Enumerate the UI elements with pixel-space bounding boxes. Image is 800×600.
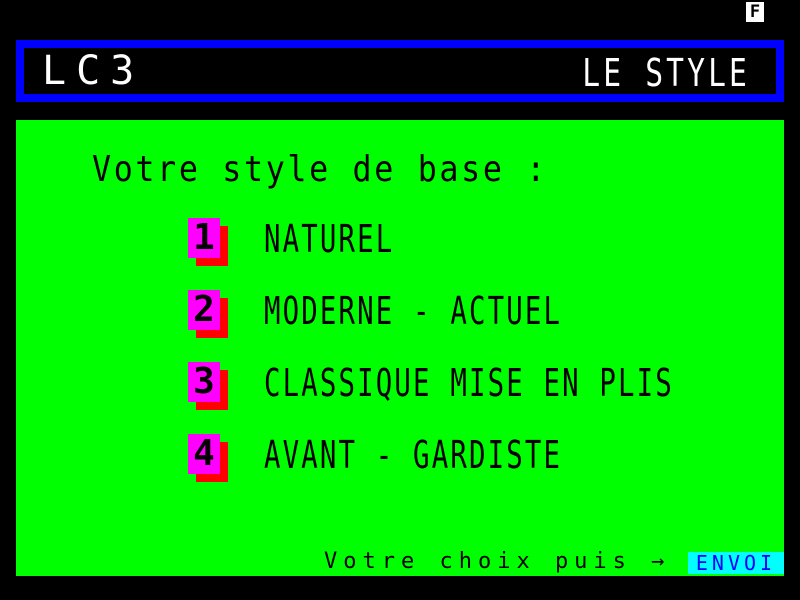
option-label: NATUREL [264,217,395,261]
page-title: LE STYLE [582,51,750,95]
key-face: 3 [188,362,220,402]
minitel-screen: F LC3 LE STYLE Votre style de base : 1 N… [0,0,800,600]
menu-option-3[interactable]: 3 CLASSIQUE MISE EN PLIS [188,362,748,410]
option-key-3[interactable]: 3 [188,362,228,410]
option-label: CLASSIQUE MISE EN PLIS [264,361,674,405]
option-key-1[interactable]: 1 [188,218,228,266]
status-indicator: F [746,2,764,22]
menu-panel: Votre style de base : 1 NATUREL 2 MODERN… [16,120,784,576]
menu-prompt: Votre style de base : [92,149,548,190]
header-bar: LC3 LE STYLE [16,40,784,102]
footer-instruction: Votre choix puis → [324,549,671,574]
option-key-4[interactable]: 4 [188,434,228,482]
option-label: AVANT - GARDISTE [264,433,563,477]
key-face: 4 [188,434,220,474]
option-key-2[interactable]: 2 [188,290,228,338]
menu-option-2[interactable]: 2 MODERNE - ACTUEL [188,290,748,338]
key-face: 1 [188,218,220,258]
send-button[interactable]: ENVOI [688,552,784,574]
option-label: MODERNE - ACTUEL [264,289,563,333]
menu-option-1[interactable]: 1 NATUREL [188,218,748,266]
menu-option-4[interactable]: 4 AVANT - GARDISTE [188,434,748,482]
brand-title: LC3 [42,48,145,94]
header-inner: LC3 LE STYLE [24,48,776,94]
key-face: 2 [188,290,220,330]
